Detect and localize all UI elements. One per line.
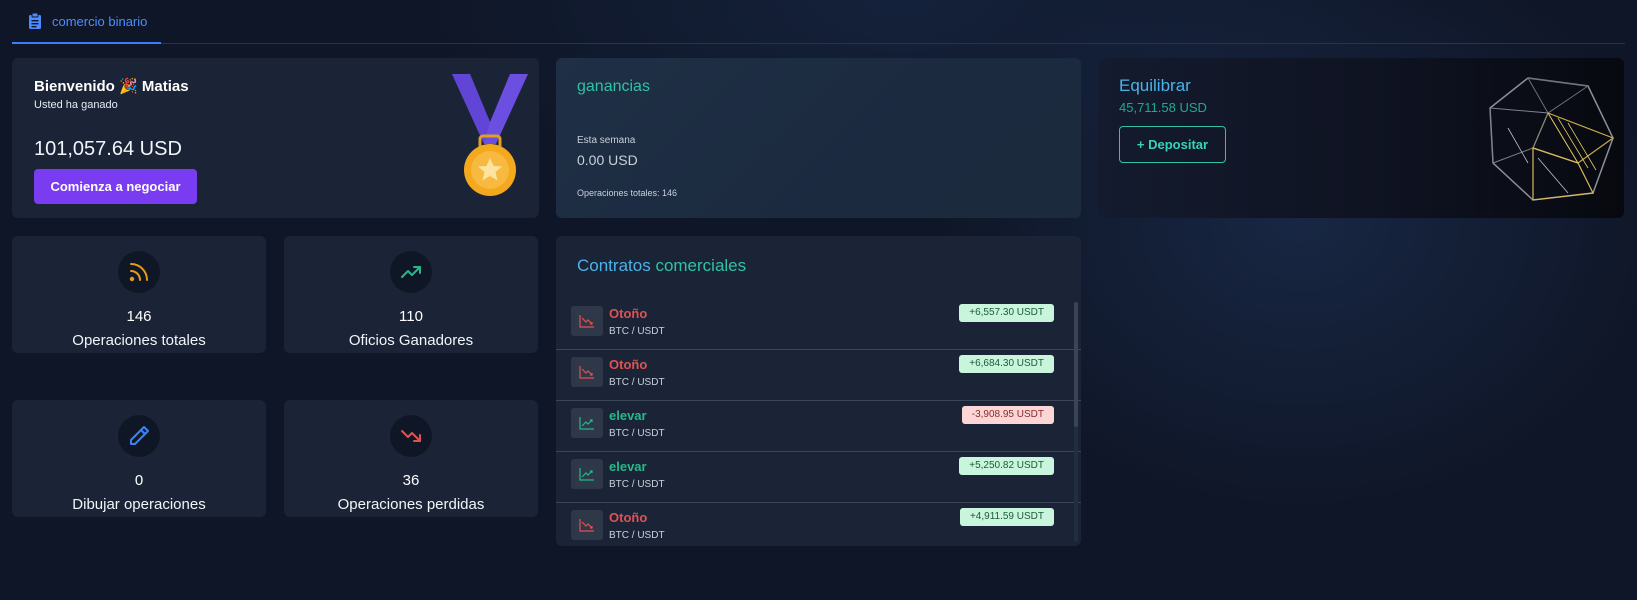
balance-title: Equilibrar: [1119, 76, 1191, 95]
stat-card-draw-operations: 0 Dibujar operaciones: [12, 400, 266, 517]
stat-value: 146: [126, 308, 152, 325]
deposit-button[interactable]: + Depositar: [1119, 126, 1226, 163]
contract-amount-badge: -3,908.95 USDT: [961, 406, 1054, 424]
contract-direction: Otoño: [609, 510, 648, 525]
trend-up-icon: [390, 251, 432, 293]
contract-direction: Otoño: [609, 357, 648, 372]
balance-value: 45,711.58 USD: [1119, 100, 1207, 115]
list-item[interactable]: elevar BTC / USDT +5,250.82 USDT: [556, 452, 1081, 503]
list-item[interactable]: Otoño BTC / USDT +6,557.30 USDT: [556, 299, 1081, 350]
tab-label: comercio binario: [52, 13, 148, 29]
contract-direction: elevar: [609, 408, 647, 423]
stat-card-winning-trades: 110 Oficios Ganadores: [284, 236, 538, 353]
clipboard-icon: [29, 13, 41, 29]
list-item[interactable]: Otoño BTC / USDT +4,911.59 USDT: [556, 503, 1081, 546]
crystal-decoration-icon: [1489, 77, 1615, 201]
contracts-scrollbar[interactable]: [1074, 302, 1078, 542]
contract-amount-badge: +6,684.30 USDT: [959, 355, 1054, 373]
contract-direction: elevar: [609, 459, 647, 474]
earnings-total-ops: Operaciones totales: 146: [577, 188, 678, 198]
stat-value: 36: [402, 472, 420, 489]
contract-amount-badge: +4,911.59 USDT: [959, 508, 1054, 526]
trade-contracts-card: Contratos comerciales Otoño BTC / USDT +…: [556, 236, 1081, 546]
contracts-title: Contratos comerciales: [577, 256, 747, 275]
chart-down-icon: [571, 510, 603, 540]
contracts-list[interactable]: Otoño BTC / USDT +6,557.30 USDT Otoño BT…: [556, 299, 1081, 546]
contract-pair: BTC / USDT: [609, 479, 665, 490]
trend-down-icon: [390, 415, 432, 457]
scrollbar-thumb[interactable]: [1074, 302, 1078, 427]
top-tab-bar: comercio binario: [12, 0, 1625, 44]
welcome-subtitle: Usted ha ganado: [34, 99, 118, 111]
chart-down-icon: [571, 357, 603, 387]
contract-pair: BTC / USDT: [609, 377, 665, 388]
contract-amount-badge: +6,557.30 USDT: [959, 304, 1054, 322]
stat-value: 110: [399, 308, 423, 325]
stat-card-total-operations: 146 Operaciones totales: [12, 236, 266, 353]
contract-pair: BTC / USDT: [609, 326, 665, 337]
stat-card-lost-operations: 36 Operaciones perdidas: [284, 400, 538, 517]
chart-up-icon: [571, 459, 603, 489]
start-trading-button[interactable]: Comienza a negociar: [34, 169, 197, 204]
total-earned-amount: 101,057.64 USD: [34, 138, 182, 160]
list-item[interactable]: elevar BTC / USDT -3,908.95 USDT: [556, 401, 1081, 452]
earnings-week-value: 0.00 USD: [577, 152, 638, 168]
stat-label: Operaciones totales: [72, 332, 206, 349]
contract-amount-badge: +5,250.82 USDT: [959, 457, 1054, 475]
rss-icon: [118, 251, 160, 293]
pencil-icon: [118, 415, 160, 457]
stat-label: Oficios Ganadores: [348, 332, 474, 349]
earnings-week-label: Esta semana: [577, 135, 636, 146]
chart-down-icon: [571, 306, 603, 336]
contract-direction: Otoño: [609, 306, 648, 321]
contract-pair: BTC / USDT: [609, 428, 665, 439]
welcome-card: Bienvenido 🎉 Matias Usted ha ganado 101,…: [12, 58, 539, 218]
earnings-card: ganancias Esta semana 0.00 USD Operacion…: [556, 58, 1081, 218]
earnings-title: ganancias: [577, 78, 650, 95]
tab-comercio-binario[interactable]: comercio binario: [12, 0, 161, 44]
welcome-greeting: Bienvenido 🎉 Matias: [34, 78, 189, 95]
stat-label: Operaciones perdidas: [337, 496, 485, 513]
stat-value: 0: [134, 472, 144, 489]
stat-label: Dibujar operaciones: [72, 496, 206, 513]
list-item[interactable]: Otoño BTC / USDT +6,684.30 USDT: [556, 350, 1081, 401]
medal-icon: [452, 74, 528, 196]
contract-pair: BTC / USDT: [609, 530, 665, 541]
balance-card: Equilibrar 45,711.58 USD + Depositar: [1098, 58, 1624, 218]
chart-up-icon: [571, 408, 603, 438]
